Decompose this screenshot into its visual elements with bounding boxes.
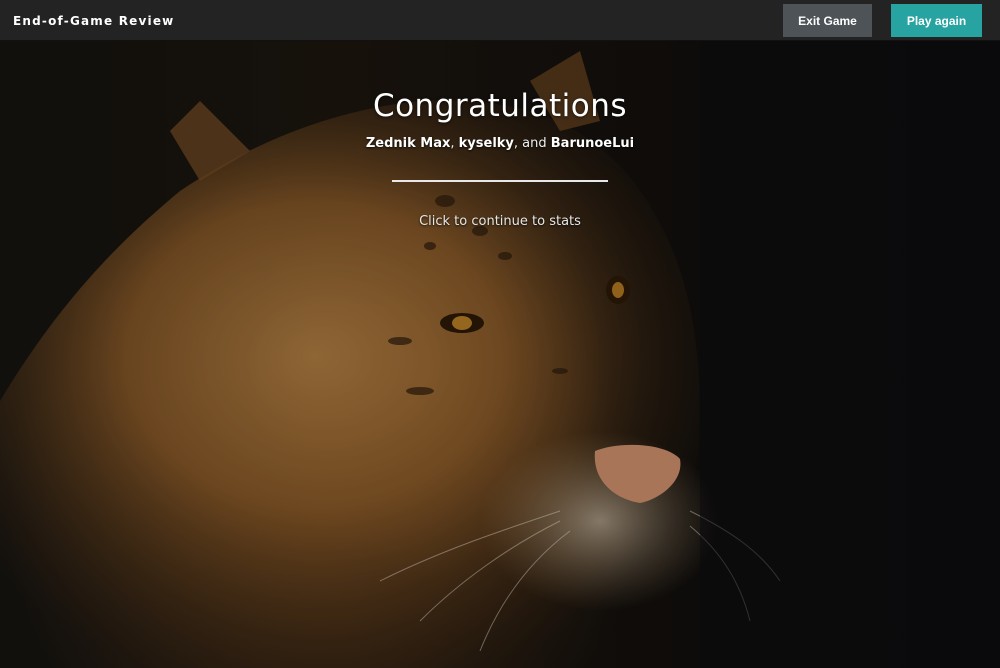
- separator: , and: [513, 136, 551, 151]
- congratulations-heading: Congratulations: [372, 88, 628, 124]
- top-bar: End-of-Game Review Exit Game Play again: [0, 0, 1000, 41]
- divider: [392, 180, 608, 182]
- player-name: kyselky: [458, 136, 514, 151]
- end-of-game-panel[interactable]: Congratulations Zednik Max, kyselky, and…: [0, 41, 1000, 668]
- player-name: Zednik Max: [365, 136, 451, 151]
- player-names: Zednik Max, kyselky, and BarunoeLui: [0, 136, 1000, 151]
- play-again-button[interactable]: Play again: [891, 4, 982, 37]
- exit-game-button[interactable]: Exit Game: [783, 4, 872, 37]
- separator: ,: [450, 136, 459, 151]
- page-title: End-of-Game Review: [13, 14, 175, 28]
- continue-to-stats-link[interactable]: Click to continue to stats: [0, 214, 1000, 229]
- player-name: BarunoeLui: [550, 136, 635, 151]
